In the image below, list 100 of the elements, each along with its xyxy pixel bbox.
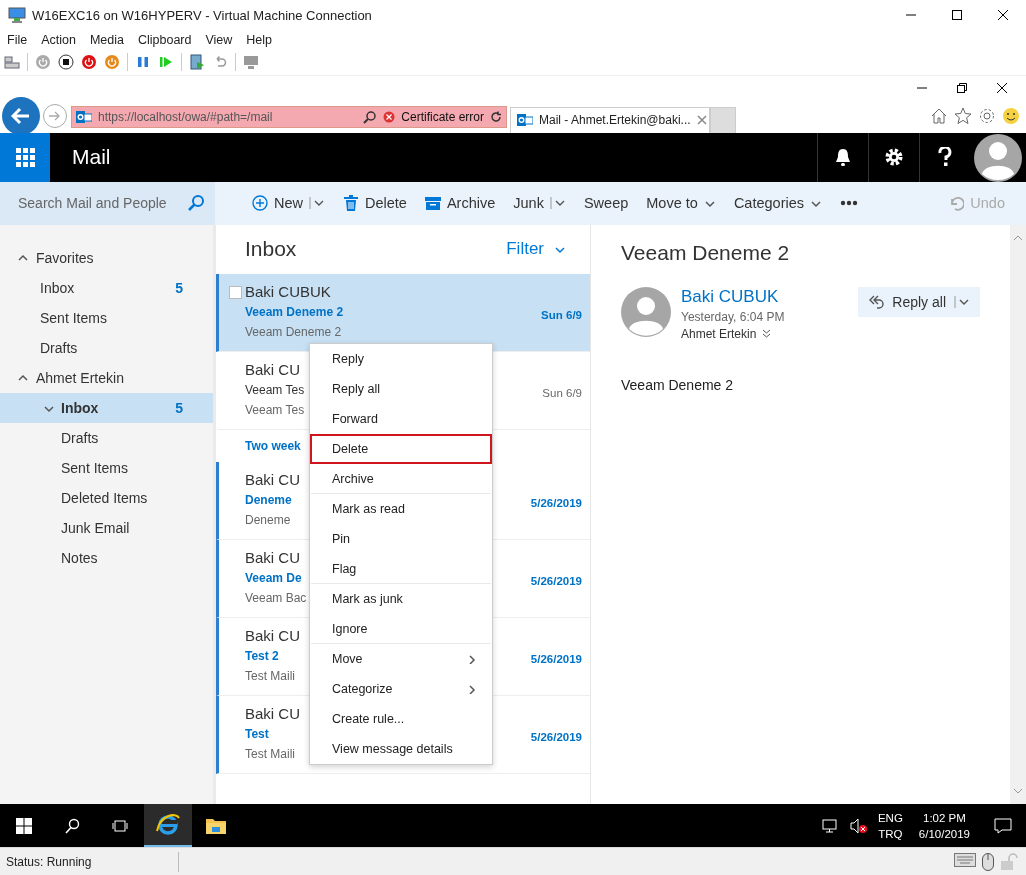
menu-item[interactable]: Action [41,33,76,47]
back-button[interactable] [2,97,40,136]
folder-item[interactable]: Inbox 5 [0,392,213,423]
session-icon[interactable] [243,54,259,71]
search-icon[interactable] [187,194,205,213]
menu-item[interactable]: Delete [310,433,492,464]
folder-item[interactable]: Drafts [0,422,213,453]
menu-item[interactable]: Flag [310,553,492,584]
folder-group[interactable]: Ahmet Ertekin [0,362,213,393]
preview-text: Veeam Bac [245,590,307,605]
menu-item[interactable]: Categorize [310,673,492,704]
scroll-down-icon[interactable] [1013,788,1023,795]
mail-app-icon [517,113,533,128]
menu-item[interactable]: Help [246,33,273,47]
plus-circle-icon [252,195,268,212]
folder-item[interactable]: Drafts [0,332,213,363]
shutdown-icon[interactable] [81,54,97,71]
muted-speaker-icon[interactable] [849,817,868,834]
folder-item[interactable]: Junk Email [0,512,213,543]
search-field[interactable]: Search Mail and People [18,195,187,212]
message-item[interactable]: Baki CUBUK Veeam Deneme 2 Sun 6/9 Veeam Deneme 2 [216,273,590,352]
app-launcher-button[interactable] [0,132,50,182]
settings-icon[interactable] [978,107,996,126]
menu-item[interactable]: Archive [310,463,492,494]
split-caret-icon [549,196,566,211]
stop-icon[interactable] [58,54,74,71]
grid-icon [15,147,35,167]
browser-tab[interactable]: Mail - Ahmet.Ertekin@baki... [510,106,710,133]
menu-item[interactable]: Media [89,33,124,47]
sender-name[interactable]: Baki CUBUK [681,286,849,307]
filter-button[interactable]: Filter [506,239,566,260]
star-icon[interactable] [954,107,972,126]
address-bar[interactable]: https://localhost/owa/#path=/mail Certificate error [71,105,507,128]
toolbar-button[interactable]: New [243,188,334,219]
checkbox[interactable] [229,285,242,299]
undo-icon [948,195,965,212]
avatar-icon [621,286,671,337]
menu-item[interactable]: View [205,33,233,47]
folder-item[interactable]: Sent Items [0,302,213,333]
clock-date[interactable]: 6/10/2019 [918,825,970,842]
split-caret-icon [309,196,325,211]
menu-item[interactable]: Forward [310,403,492,434]
toolbar-button[interactable]: Sweep [574,188,638,219]
toolbar-button[interactable]: Categories [724,188,831,219]
left-arrow-icon [11,107,31,126]
home-icon[interactable] [930,107,948,126]
close-icon[interactable] [696,115,707,126]
scroll-up-icon[interactable] [1013,234,1023,241]
menu-item[interactable]: Clipboard [137,33,192,47]
menu-item[interactable]: View message details [310,733,492,764]
taskbar-app[interactable] [144,804,192,848]
toolbar-button[interactable]: Junk [504,188,575,219]
smiley-icon[interactable] [1002,107,1020,126]
scrollbar[interactable] [1010,224,1026,805]
menu-item[interactable]: Reply all [310,373,492,404]
tab-title: Mail - Ahmet.Ertekin@baki... [539,113,691,128]
message-body: Veeam Deneme 2 [621,376,735,393]
folder-item[interactable]: Sent Items [0,452,213,483]
list-title: Inbox [245,237,298,262]
toolbar-button[interactable]: Delete [334,188,416,219]
date-text: 5/26/2019 [530,730,582,743]
language-indicator[interactable]: ENG [877,809,903,826]
reply-all-button[interactable]: Reply all [858,286,980,317]
avatar-icon[interactable] [973,132,1023,182]
toolbar-button[interactable]: Move to [637,188,725,219]
network-icon[interactable] [821,817,840,834]
more-icon [840,200,858,207]
restore-icon [957,82,967,93]
toolbar-button[interactable]: Archive [415,188,505,219]
menu-item[interactable]: File [7,33,28,47]
checkpoint-icon[interactable] [189,54,205,71]
menu-item[interactable]: Move [310,643,492,674]
folder-item[interactable]: Deleted Items [0,482,213,513]
expand-icon[interactable] [762,328,772,339]
menu-item[interactable]: Pin [310,523,492,554]
message-subject: Veeam Deneme 2 [621,240,791,266]
search-box[interactable]: Search Mail and People [0,181,215,225]
save-icon[interactable] [104,54,120,71]
lock-icon [1000,852,1018,871]
windows-icon [16,817,32,834]
menu-item[interactable]: Mark as read [310,493,492,524]
language-indicator[interactable]: TRQ [878,825,903,842]
folder-group[interactable]: Favorites [0,242,213,273]
help-icon [938,147,952,168]
menu-item[interactable]: Mark as junk [310,583,492,614]
subject-text: Test 2 [245,648,279,665]
menu-item[interactable]: Create rule... [310,703,492,734]
menu-item[interactable]: Ignore [310,613,492,644]
notification-icon[interactable] [994,817,1012,834]
folder-item[interactable]: Inbox 5 [0,272,213,303]
archive-box-icon [424,195,441,212]
clock-time[interactable]: 1:02 PM [923,809,966,826]
preview-text: Deneme [245,512,291,527]
sender-name: Baki CUBUK [245,282,331,302]
close-icon [998,10,1008,20]
ctrl-alt-del-icon[interactable] [4,54,20,71]
folder-item[interactable]: Notes [0,542,213,573]
mouse-icon [982,852,994,871]
app-title: Mail [72,145,112,170]
certificate-error[interactable]: Certificate error [401,109,484,124]
